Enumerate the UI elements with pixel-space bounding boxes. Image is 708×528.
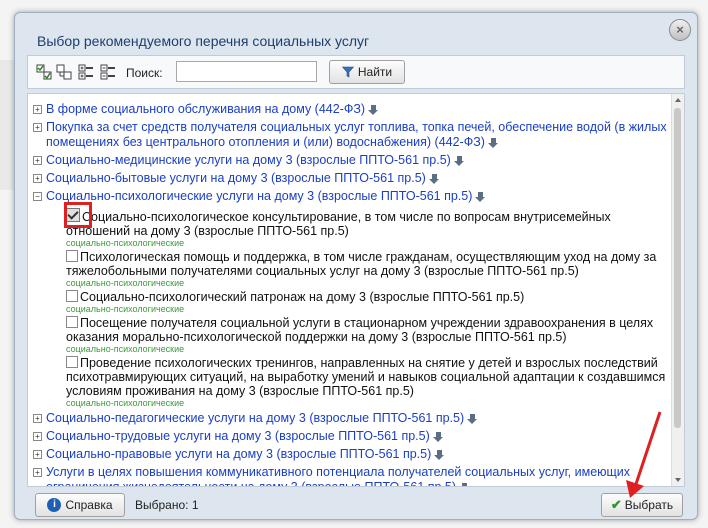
download-icon[interactable]	[432, 431, 444, 442]
category-label[interactable]: Услуги в целях повышения коммуникативног…	[46, 465, 630, 486]
service-category-tag: социально-психологические	[66, 344, 185, 354]
close-icon[interactable]: ×	[669, 19, 691, 41]
service-checkbox[interactable]	[66, 356, 78, 368]
toolbar: Поиск: Найти	[27, 55, 685, 89]
category-label[interactable]: Социально-правовые услуги на дому 3 (взр…	[46, 447, 431, 461]
category-row[interactable]: + Покупка за счет средств получателя соц…	[28, 120, 672, 150]
expand-toggle-icon[interactable]: +	[33, 156, 42, 165]
service-label: Проведение психологических тренингов, на…	[66, 356, 666, 398]
category-label[interactable]: Социально-психологические услуги на дому…	[46, 189, 472, 203]
search-input[interactable]	[176, 61, 317, 82]
check-all-icon[interactable]	[36, 64, 52, 80]
services-tree: + В форме социального обслуживания на до…	[28, 94, 672, 486]
service-category-tag: социально-психологические	[66, 398, 185, 408]
expand-toggle-icon[interactable]: +	[33, 468, 42, 477]
service-item[interactable]: Психологическая помощь и поддержка, в то…	[28, 250, 672, 288]
expand-toggle-icon[interactable]: +	[33, 174, 42, 183]
service-label: Психологическая помощь и поддержка, в то…	[66, 250, 657, 278]
download-icon[interactable]	[453, 155, 465, 166]
service-label: Посещение получателя социальной услуги в…	[66, 316, 654, 344]
expand-toggle-icon[interactable]: +	[33, 432, 42, 441]
download-icon[interactable]	[467, 413, 478, 424]
info-icon: i	[47, 498, 62, 512]
category-row[interactable]: + В форме социального обслуживания на до…	[28, 102, 672, 117]
service-category-tag: социально-психологические	[66, 278, 185, 288]
category-label[interactable]: Покупка за счет средств получателя социа…	[46, 120, 667, 149]
collapse-all-icon[interactable]	[100, 64, 116, 80]
download-icon[interactable]	[368, 104, 379, 115]
services-list: + В форме социального обслуживания на до…	[27, 93, 685, 487]
selected-count: Выбрано: 1	[135, 498, 199, 512]
dialog-title: Выбор рекомендуемого перечня социальных …	[37, 33, 370, 49]
service-category-tag: социально-психологические	[66, 304, 185, 314]
filter-icon	[341, 66, 354, 78]
highlight-annotation	[64, 202, 92, 228]
annotation-arrow-icon	[626, 411, 662, 498]
find-button[interactable]: Найти	[329, 60, 405, 84]
category-label[interactable]: В форме социального обслуживания на дому…	[46, 102, 365, 116]
category-row[interactable]: + Социально-медицинские услуги на дому 3…	[28, 153, 672, 168]
category-row[interactable]: + Услуги в целях повышения коммуникативн…	[28, 465, 672, 486]
list-scrollbar[interactable]	[671, 94, 684, 486]
expand-toggle-icon[interactable]: +	[33, 105, 42, 114]
download-icon[interactable]	[428, 173, 440, 184]
service-label: Социально-психологический патронаж на до…	[80, 290, 525, 304]
choose-button-label: Выбрать	[624, 498, 674, 512]
service-checkbox[interactable]	[66, 316, 78, 328]
download-icon[interactable]	[459, 482, 470, 486]
category-row-expanded[interactable]: − Социально-психологические услуги на до…	[28, 189, 672, 204]
expand-all-icon[interactable]	[78, 64, 94, 80]
download-icon[interactable]	[487, 137, 499, 148]
expand-toggle-icon[interactable]: +	[33, 450, 42, 459]
find-button-label: Найти	[357, 65, 393, 79]
service-category-tag: социально-психологические	[66, 238, 185, 248]
service-label: Социально-психологическое консультирован…	[66, 210, 611, 238]
uncheck-all-icon[interactable]	[56, 64, 72, 80]
category-row[interactable]: + Социально-бытовые услуги на дому 3 (вз…	[28, 171, 672, 186]
category-label[interactable]: Социально-педагогические услуги на дому …	[46, 411, 464, 425]
category-row[interactable]: + Социально-правовые услуги на дому 3 (в…	[28, 447, 672, 462]
download-icon[interactable]	[434, 449, 445, 460]
scrollbar-thumb[interactable]	[674, 108, 681, 428]
category-row[interactable]: + Социально-трудовые услуги на дому 3 (в…	[28, 429, 672, 444]
category-label[interactable]: Социально-трудовые услуги на дому 3 (взр…	[46, 429, 430, 443]
download-icon[interactable]	[475, 191, 486, 202]
expand-toggle-icon[interactable]: +	[33, 123, 42, 132]
help-button-label: Справка	[65, 498, 113, 512]
select-services-dialog: Выбор рекомендуемого перечня социальных …	[14, 12, 698, 520]
scroll-down-icon[interactable]	[675, 478, 681, 482]
help-button[interactable]: i Справка	[35, 493, 125, 517]
service-item[interactable]: Социально-психологическое консультирован…	[28, 208, 672, 248]
service-item[interactable]: Социально-психологический патронаж на до…	[28, 290, 672, 314]
category-label[interactable]: Социально-бытовые услуги на дому 3 (взро…	[46, 171, 426, 185]
service-checkbox[interactable]	[66, 250, 78, 262]
expand-toggle-icon[interactable]: +	[33, 414, 42, 423]
service-item[interactable]: Проведение психологических тренингов, на…	[28, 356, 672, 408]
service-checkbox[interactable]	[66, 290, 78, 302]
dialog-footer: i Справка Выбрано: 1 ✔ Выбрать	[27, 489, 683, 517]
service-item[interactable]: Посещение получателя социальной услуги в…	[28, 316, 672, 354]
collapse-toggle-icon[interactable]: −	[33, 192, 42, 201]
scroll-up-icon[interactable]	[675, 98, 681, 102]
category-row[interactable]: + Социально-педагогические услуги на дом…	[28, 411, 672, 426]
category-label[interactable]: Социально-медицинские услуги на дому 3 (…	[46, 153, 451, 167]
search-label: Поиск:	[126, 66, 163, 80]
